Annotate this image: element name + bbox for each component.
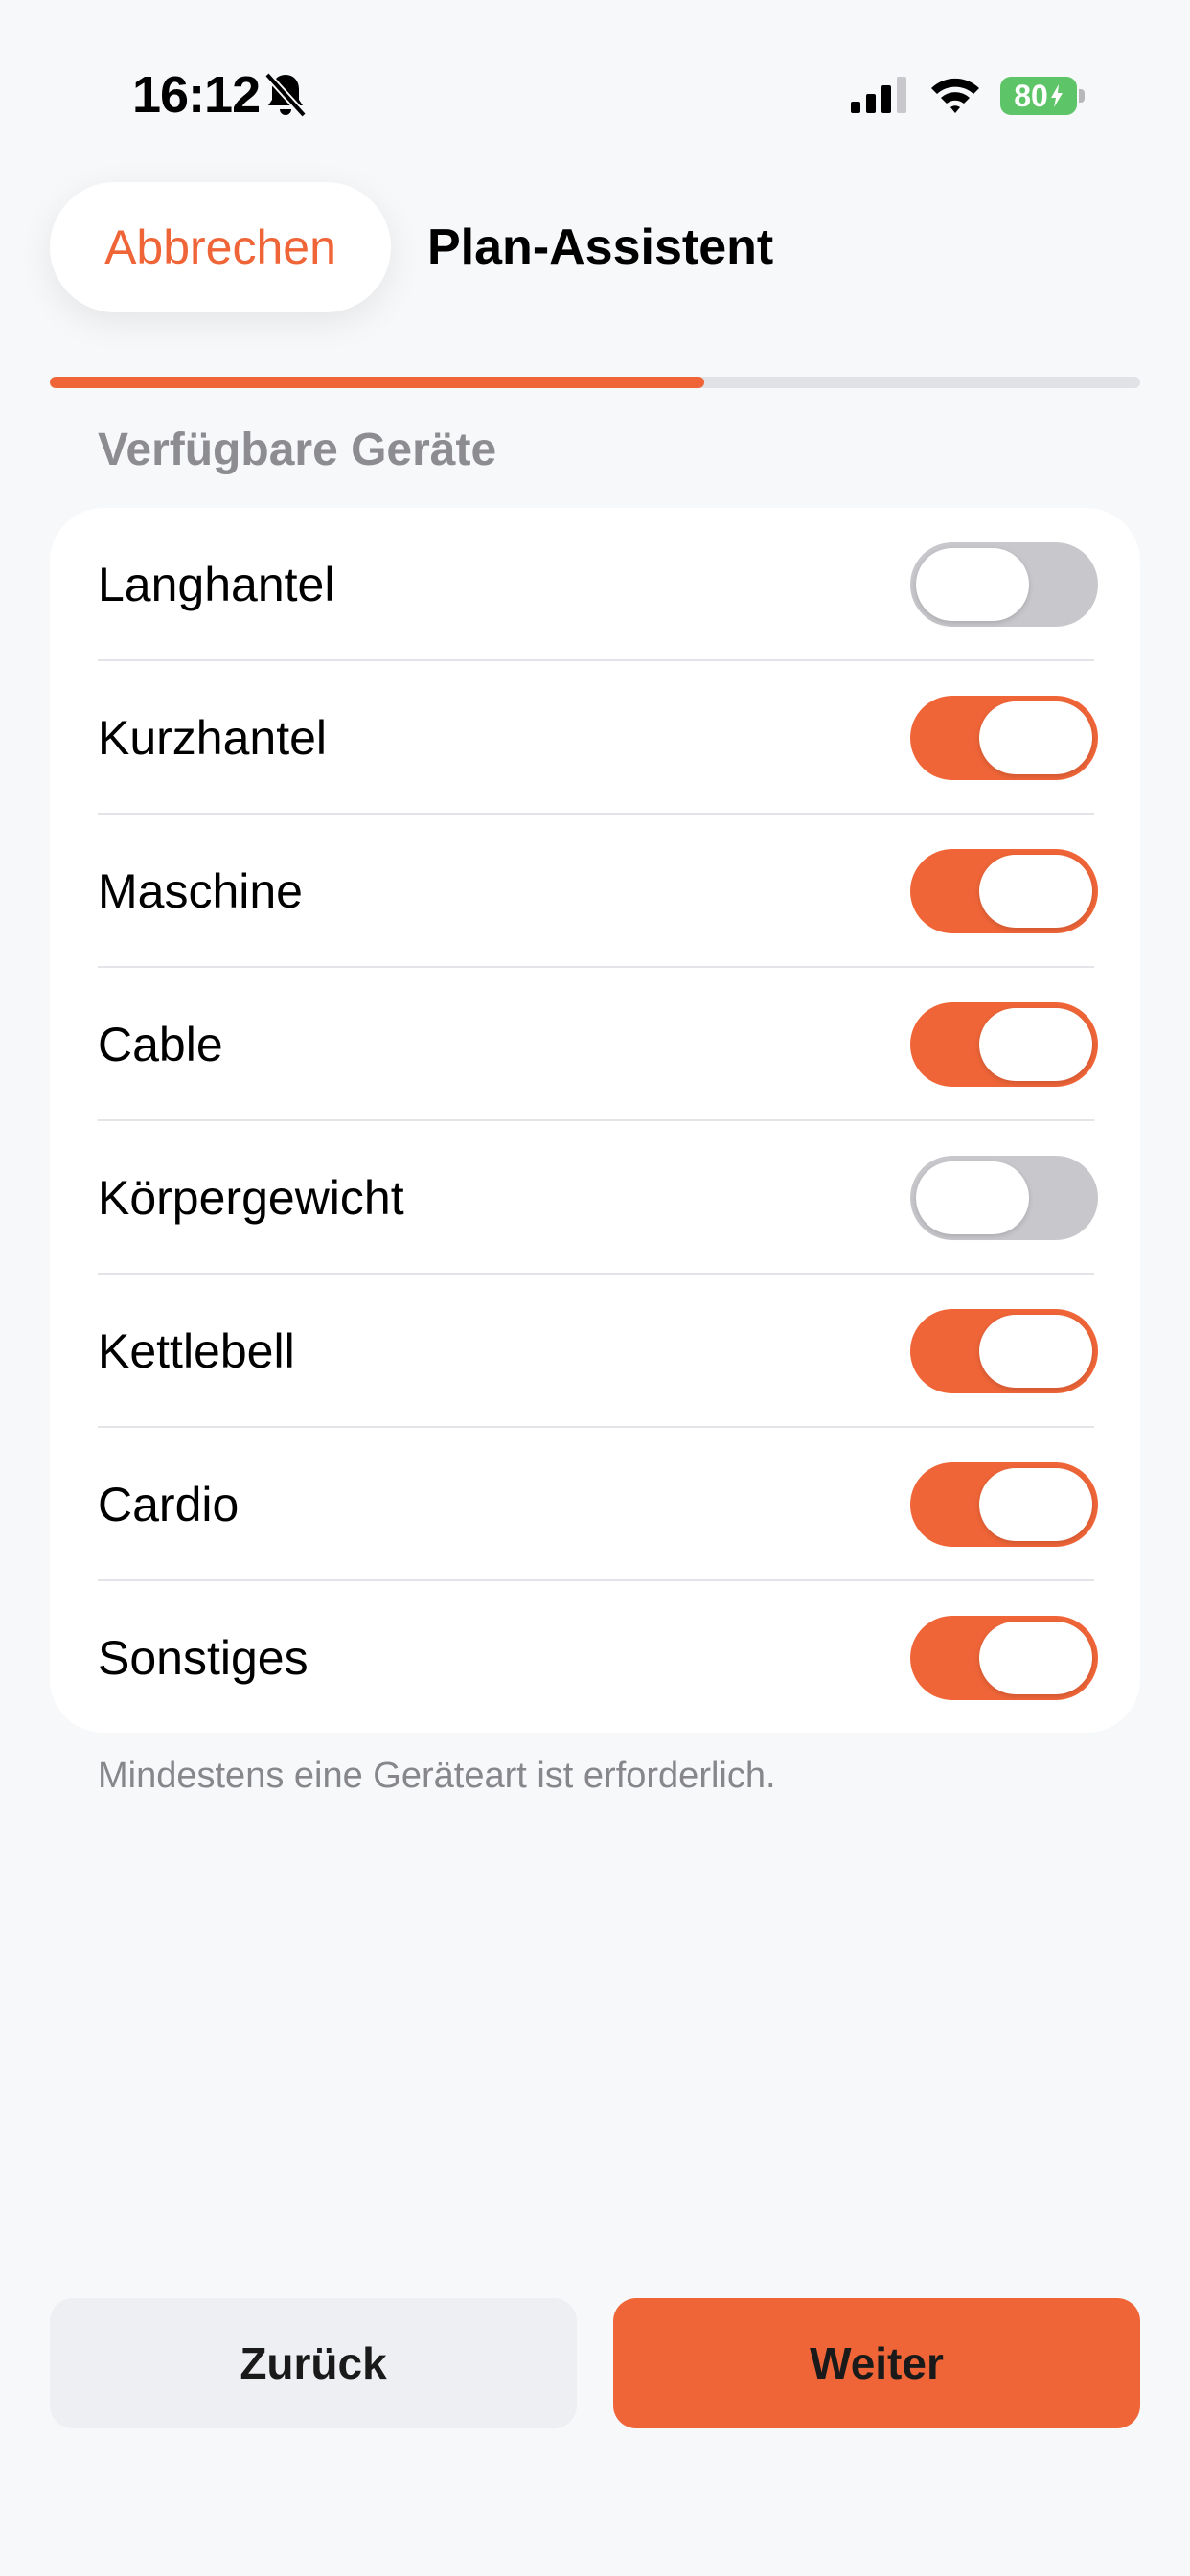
equipment-label: Kurzhantel (98, 711, 328, 765)
equipment-row: Cardio (50, 1428, 1140, 1581)
equipment-toggle[interactable] (910, 1462, 1098, 1547)
equipment-row: Langhantel (50, 508, 1140, 661)
toggle-knob (916, 548, 1029, 621)
charging-bolt-icon (1050, 84, 1063, 107)
toggle-knob (979, 702, 1092, 774)
equipment-label: Cable (98, 1018, 223, 1071)
battery-indicator: 80 (1000, 77, 1085, 115)
battery-body: 80 (1000, 77, 1077, 115)
signal-icon (851, 77, 906, 113)
wifi-icon (931, 78, 979, 113)
progress-fill (50, 377, 704, 388)
status-bar: 16:12 80 (0, 0, 1190, 192)
footnote: Mindestens eine Geräteart ist erforderli… (98, 1756, 776, 1796)
plan-assistant-screen: 16:12 80 Abbrechen Plan-Assistent Verfüg… (0, 0, 1190, 2576)
equipment-toggle[interactable] (910, 849, 1098, 933)
equipment-row: Maschine (50, 815, 1140, 968)
toggle-knob (979, 1008, 1092, 1081)
equipment-label: Langhantel (98, 558, 335, 611)
equipment-toggle[interactable] (910, 1002, 1098, 1087)
equipment-toggle[interactable] (910, 696, 1098, 780)
equipment-row: Körpergewicht (50, 1121, 1140, 1275)
equipment-toggle[interactable] (910, 1616, 1098, 1700)
equipment-row: Kettlebell (50, 1275, 1140, 1428)
equipment-list: Langhantel Kurzhantel Maschine Cable Körperg… (50, 508, 1140, 1733)
toggle-knob (979, 855, 1092, 928)
toggle-knob (979, 1622, 1092, 1694)
equipment-row: Sonstiges (50, 1581, 1140, 1733)
equipment-toggle[interactable] (910, 1309, 1098, 1393)
equipment-row: Kurzhantel (50, 661, 1140, 815)
toggle-knob (916, 1162, 1029, 1234)
equipment-row: Cable (50, 968, 1140, 1121)
equipment-label: Sonstiges (98, 1631, 309, 1685)
equipment-toggle[interactable] (910, 1156, 1098, 1240)
progress-bar (50, 377, 1140, 388)
cancel-button[interactable]: Abbrechen (50, 182, 391, 312)
equipment-label: Körpergewicht (98, 1171, 404, 1225)
battery-level: 80 (1014, 78, 1048, 113)
equipment-label: Kettlebell (98, 1324, 295, 1378)
next-button[interactable]: Weiter (613, 2298, 1140, 2428)
status-time: 16:12 (132, 66, 261, 124)
section-title: Verfügbare Geräte (98, 425, 497, 475)
battery-cap (1079, 89, 1085, 103)
equipment-label: Maschine (98, 864, 303, 918)
toggle-knob (979, 1315, 1092, 1388)
page-title: Plan-Assistent (427, 219, 774, 275)
equipment-toggle[interactable] (910, 542, 1098, 627)
toggle-knob (979, 1468, 1092, 1541)
back-button[interactable]: Zurück (50, 2298, 577, 2428)
equipment-label: Cardio (98, 1478, 240, 1531)
bell-slash-icon (264, 72, 307, 118)
